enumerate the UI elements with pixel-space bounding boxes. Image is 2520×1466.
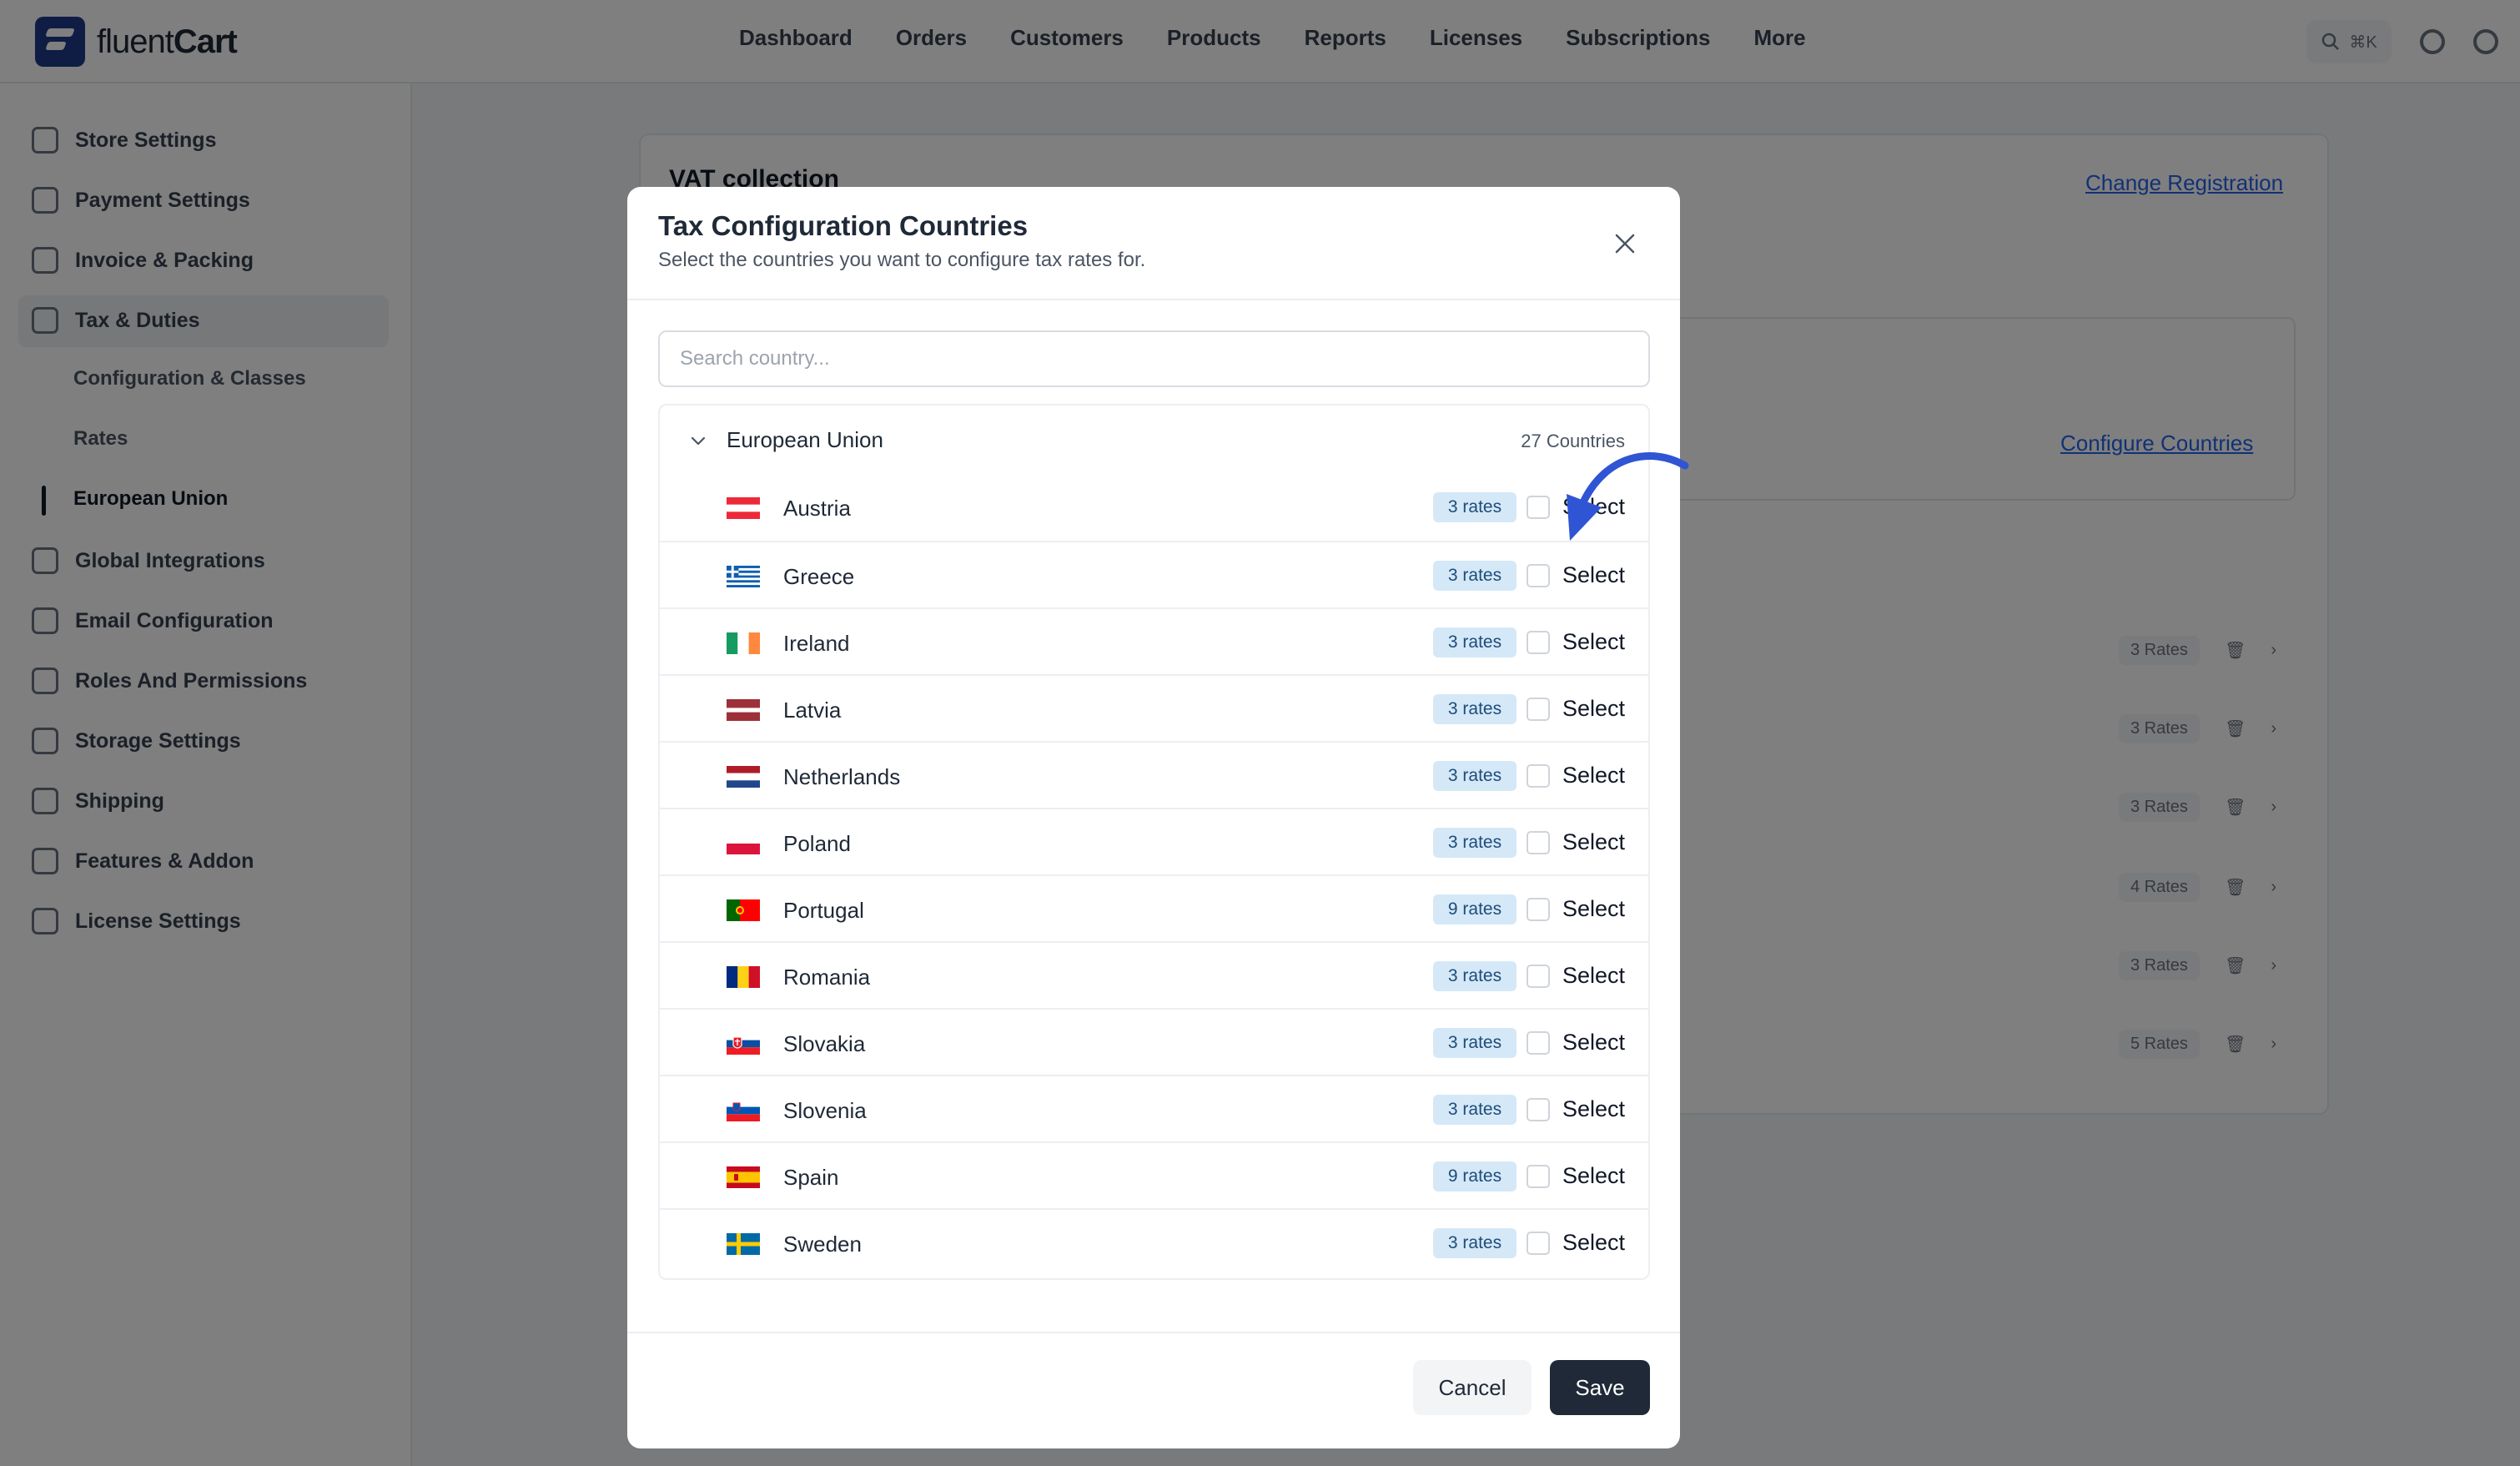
modal-subtitle: Select the countries you want to configu… [658,249,1146,271]
modal-title: Tax Configuration Countries [658,210,1029,241]
country-name: Sweden [783,1232,862,1257]
rates-badge: 3 rates [1433,627,1517,657]
rates-badge: 3 rates [1433,961,1517,991]
group-name: European Union [727,427,883,452]
select-label[interactable]: Select [1562,562,1625,588]
cancel-button[interactable]: Cancel [1413,1360,1532,1415]
country-group-european-union: European Union 27 Countries Austria 3 ra… [658,404,1650,1280]
country-row-sweden: Sweden 3 rates Select [660,1208,1648,1275]
rates-badge: 3 rates [1433,761,1517,791]
country-row-austria: Austria 3 rates Select [660,474,1648,541]
tax-countries-modal: Tax Configuration Countries Select the c… [627,187,1680,1448]
rates-badge: 3 rates [1433,561,1517,591]
save-button[interactable]: Save [1550,1360,1650,1415]
select-checkbox[interactable] [1527,1165,1550,1188]
country-name: Latvia [783,698,842,723]
portugal-flag-icon [727,899,760,921]
country-name: Portugal [783,898,864,923]
group-header[interactable]: European Union 27 Countries [660,406,1648,474]
country-row-romania: Romania 3 rates Select [660,941,1648,1008]
select-checkbox[interactable] [1527,965,1550,988]
country-name: Slovenia [783,1098,867,1123]
ireland-flag-icon [727,632,760,654]
poland-flag-icon [727,833,760,854]
austria-flag-icon [727,497,760,519]
modal-header: Tax Configuration Countries Select the c… [627,187,1680,300]
country-name: Ireland [783,631,850,656]
sweden-flag-icon [727,1233,760,1255]
rates-badge: 3 rates [1433,492,1517,522]
country-name: Greece [783,564,855,589]
country-row-poland: Poland 3 rates Select [660,808,1648,874]
country-row-ireland: Ireland 3 rates Select [660,607,1648,674]
rates-badge: 3 rates [1433,694,1517,724]
rates-badge: 3 rates [1433,1228,1517,1258]
slovakia-flag-icon [727,1033,760,1055]
slovenia-flag-icon [727,1100,760,1121]
latvia-flag-icon [727,699,760,721]
select-label[interactable]: Select [1562,829,1625,855]
country-row-spain: Spain 9 rates Select [660,1141,1648,1208]
country-row-slovenia: Slovenia 3 rates Select [660,1075,1648,1141]
select-label[interactable]: Select [1562,1096,1625,1122]
spain-flag-icon [727,1166,760,1188]
select-checkbox[interactable] [1527,564,1550,587]
select-checkbox[interactable] [1527,764,1550,788]
select-checkbox[interactable] [1527,1098,1550,1121]
country-name: Slovakia [783,1031,866,1056]
country-row-portugal: Portugal 9 rates Select [660,874,1648,941]
country-row-netherlands: Netherlands 3 rates Select [660,741,1648,808]
select-checkbox[interactable] [1527,1031,1550,1055]
rates-badge: 3 rates [1433,828,1517,858]
close-icon [1615,234,1635,254]
rates-badge: 3 rates [1433,1028,1517,1058]
modal-footer: Cancel Save [627,1332,1680,1448]
chevron-down-icon[interactable] [688,431,708,451]
country-row-slovakia: Slovakia 3 rates Select [660,1008,1648,1075]
romania-flag-icon [727,966,760,988]
country-name: Spain [783,1165,839,1190]
select-label[interactable]: Select [1562,963,1625,989]
select-label[interactable]: Select [1562,629,1625,655]
select-label[interactable]: Select [1562,1163,1625,1189]
country-search-input[interactable] [658,330,1650,387]
select-label[interactable]: Select [1562,763,1625,788]
select-label[interactable]: Select [1562,696,1625,722]
select-checkbox[interactable] [1527,898,1550,921]
country-name: Poland [783,831,851,856]
greece-flag-icon [727,566,760,587]
netherlands-flag-icon [727,766,760,788]
country-name: Romania [783,965,871,990]
country-name: Netherlands [783,764,901,789]
close-button[interactable] [1607,225,1643,262]
select-checkbox[interactable] [1527,698,1550,721]
annotation-arrow-icon [1567,452,1689,541]
country-name: Austria [783,496,851,521]
country-row-greece: Greece 3 rates Select [660,541,1648,607]
select-label[interactable]: Select [1562,1230,1625,1256]
select-label[interactable]: Select [1562,896,1625,922]
select-label[interactable]: Select [1562,1030,1625,1055]
select-checkbox[interactable] [1527,631,1550,654]
rates-badge: 9 rates [1433,894,1517,924]
select-checkbox[interactable] [1527,831,1550,854]
rates-badge: 9 rates [1433,1161,1517,1191]
select-checkbox[interactable] [1527,1232,1550,1255]
rates-badge: 3 rates [1433,1095,1517,1125]
country-row-latvia: Latvia 3 rates Select [660,674,1648,741]
